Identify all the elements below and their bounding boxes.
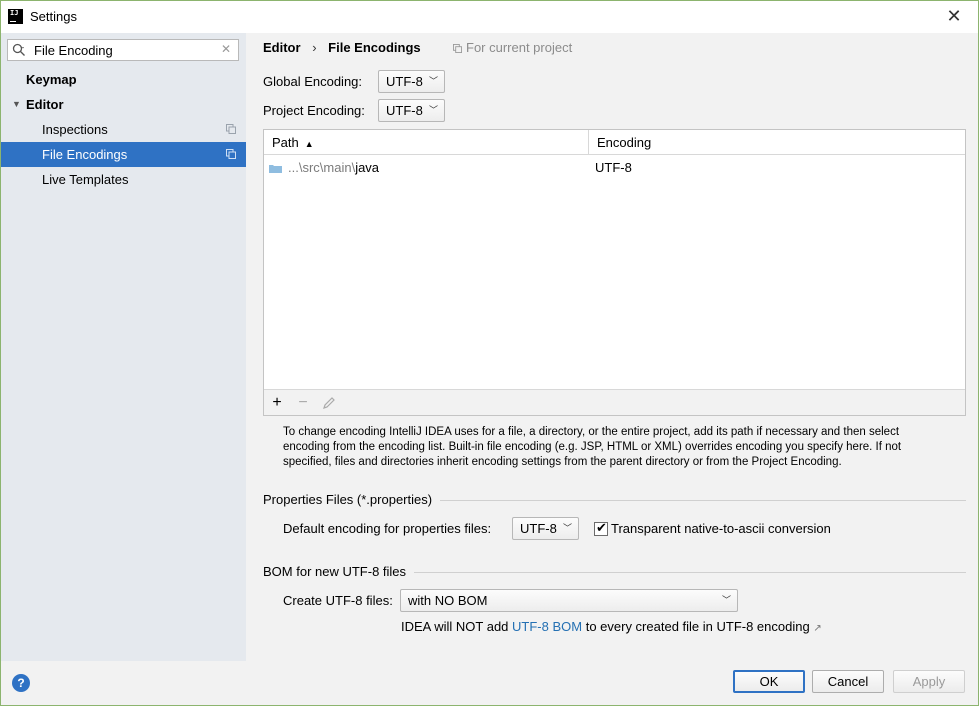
settings-sidebar: ✕ Keymap ▼ Editor Inspections File Encod… — [1, 33, 246, 661]
ok-button[interactable]: OK — [733, 670, 805, 693]
cancel-button[interactable]: Cancel — [812, 670, 884, 693]
edit-pencil-icon[interactable] — [319, 393, 339, 413]
apply-button[interactable]: Apply — [893, 670, 965, 693]
section-divider — [414, 572, 966, 573]
sidebar-item-inspections[interactable]: Inspections — [1, 117, 246, 142]
properties-encoding-value: UTF-8 — [520, 521, 557, 536]
global-encoding-combo[interactable]: UTF-8 ﹀ — [378, 70, 445, 93]
create-utf8-label: Create UTF-8 files: — [283, 593, 393, 608]
sidebar-item-live-templates[interactable]: Live Templates — [1, 167, 246, 192]
table-row[interactable]: ...\src\main\java UTF-8 — [264, 156, 965, 180]
close-icon[interactable]: ✕ — [944, 7, 964, 27]
checkmark-icon: ✔ — [596, 520, 607, 535]
chevron-down-icon: ﹀ — [428, 105, 438, 115]
sort-ascending-icon: ▲ — [304, 139, 314, 149]
properties-encoding-combo[interactable]: UTF-8 ﹀ — [512, 517, 579, 540]
bom-info-line: IDEA will NOT add UTF-8 BOM to every cre… — [401, 619, 822, 634]
path-prefix: ...\src\main\ — [288, 160, 356, 175]
search-input[interactable] — [34, 41, 214, 59]
project-scope-icon — [453, 44, 462, 53]
sidebar-item-file-encodings[interactable]: File Encodings — [1, 142, 246, 167]
project-scope-icon — [226, 124, 236, 134]
create-utf8-combo[interactable]: with NO BOM ﹀ — [400, 589, 738, 612]
transparent-conversion-label[interactable]: Transparent native-to-ascii conversion — [611, 521, 831, 536]
sidebar-item-label: Inspections — [42, 122, 108, 137]
project-scope-icon — [226, 149, 236, 159]
create-utf8-value: with NO BOM — [408, 593, 488, 608]
search-field[interactable]: ✕ — [7, 39, 239, 61]
sidebar-item-label: Editor — [26, 97, 64, 112]
breadcrumb: Editor › File Encodings — [263, 40, 421, 55]
sidebar-item-label: Keymap — [26, 72, 77, 87]
global-encoding-value: UTF-8 — [386, 74, 423, 89]
folder-icon — [269, 165, 282, 173]
encodings-table: Path ▲ Encoding ...\src\main\java UTF-8 +… — [263, 129, 966, 416]
project-encoding-value: UTF-8 — [386, 103, 423, 118]
bom-info-suffix: to every created file in UTF-8 encoding — [582, 619, 810, 634]
dialog-button-bar: ? OK Cancel Apply — [1, 661, 978, 705]
bom-info-prefix: IDEA will NOT add — [401, 619, 513, 634]
intellij-app-icon: IJ — [8, 9, 23, 24]
sidebar-item-keymap[interactable]: Keymap — [1, 67, 246, 92]
chevron-down-icon: ﹀ — [721, 595, 731, 605]
external-link-icon: ↗ — [813, 623, 822, 634]
window-title: Settings — [30, 9, 77, 24]
encoding-help-text: To change encoding IntelliJ IDEA uses fo… — [283, 426, 902, 468]
sidebar-item-editor[interactable]: ▼ Editor — [1, 92, 246, 117]
sidebar-item-label: Live Templates — [42, 172, 129, 187]
clear-search-icon[interactable]: ✕ — [221, 42, 231, 56]
column-header-path[interactable]: Path ▲ — [264, 130, 589, 155]
transparent-conversion-checkbox[interactable]: ✔ — [594, 520, 608, 536]
column-header-label: Path — [272, 135, 299, 150]
encoding-cell[interactable]: UTF-8 — [595, 156, 632, 180]
bom-section-title: BOM for new UTF-8 files — [263, 564, 407, 579]
breadcrumb-current: File Encodings — [328, 40, 421, 55]
chevron-down-icon: ﹀ — [428, 76, 438, 86]
settings-content: Editor › File Encodings For current proj… — [246, 33, 978, 661]
properties-section-title: Properties Files (*.properties) — [263, 492, 433, 507]
sidebar-item-label: File Encodings — [42, 147, 128, 162]
path-leaf: java — [355, 160, 380, 175]
help-icon[interactable]: ? — [12, 674, 30, 692]
scope-indicator: For current project — [453, 40, 572, 55]
breadcrumb-parent: Editor — [263, 40, 301, 55]
table-header: Path ▲ Encoding — [264, 130, 965, 155]
global-encoding-label: Global Encoding: — [263, 74, 363, 89]
chevron-down-icon: ﹀ — [562, 523, 572, 533]
utf8-bom-link[interactable]: UTF-8 BOM — [512, 619, 582, 634]
project-encoding-combo[interactable]: UTF-8 ﹀ — [378, 99, 445, 122]
search-icon — [12, 43, 25, 56]
expand-arrow-icon[interactable]: ▼ — [12, 92, 21, 117]
section-divider — [440, 500, 966, 501]
project-encoding-label: Project Encoding: — [263, 103, 365, 118]
table-toolbar: + − — [264, 389, 965, 415]
column-header-label: Encoding — [597, 135, 652, 150]
properties-default-label: Default encoding for properties files: — [283, 521, 492, 536]
add-icon[interactable]: + — [267, 393, 287, 413]
column-header-encoding[interactable]: Encoding — [589, 130, 965, 155]
remove-icon[interactable]: − — [293, 393, 313, 413]
settings-dialog: IJ Settings ✕ ✕ Keymap ▼ Editor Inspecti… — [0, 0, 979, 706]
path-cell: ...\src\main\java — [288, 156, 379, 180]
breadcrumb-separator: › — [312, 40, 317, 55]
title-bar: IJ Settings ✕ — [1, 1, 978, 33]
scope-label: For current project — [466, 40, 573, 55]
